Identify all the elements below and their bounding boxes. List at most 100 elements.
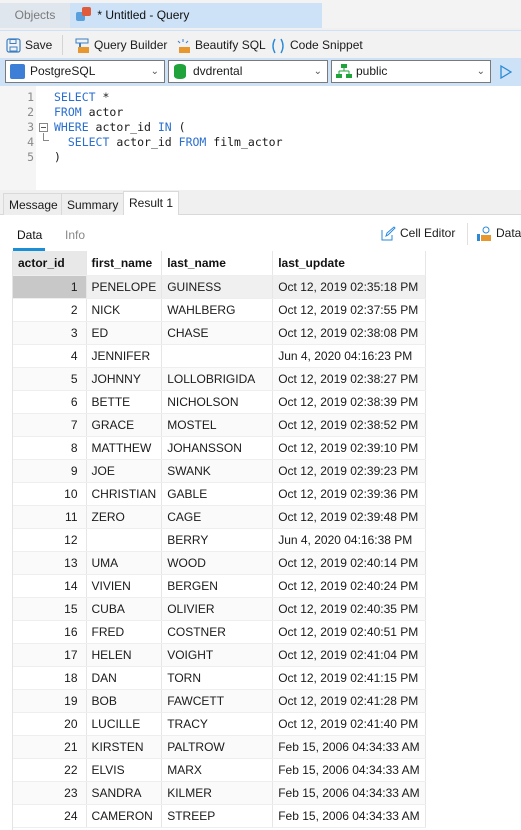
cell-last-name[interactable]: JOHANSSON xyxy=(161,436,274,460)
cell-last-name[interactable]: MARX xyxy=(161,758,274,782)
table-row[interactable]: 23 SANDRA KILMER Feb 15, 2006 04:34:33 AM xyxy=(13,781,426,805)
cell-last-name[interactable]: SWANK xyxy=(161,459,274,483)
cell-actor-id[interactable]: 21 xyxy=(13,735,87,759)
sql-editor[interactable]: 1 2 3 4 5 SELECT * FROM actor WHERE acto… xyxy=(0,86,521,190)
table-row[interactable]: 4 JENNIFER Jun 4, 2020 04:16:23 PM xyxy=(13,344,426,368)
table-row[interactable]: 21 KIRSTEN PALTROW Feb 15, 2006 04:34:33 AM xyxy=(13,735,426,759)
table-row[interactable]: 5 JOHNNY LOLLOBRIGIDA Oct 12, 2019 02:38:27… xyxy=(13,367,426,391)
cell-last-name[interactable]: CHASE xyxy=(161,321,274,345)
cell-last-name[interactable]: PALTROW xyxy=(161,735,274,759)
cell-last-name[interactable]: OLIVIER xyxy=(161,597,274,621)
cell-last-name[interactable] xyxy=(161,344,274,368)
cell-first-name[interactable]: JOHNNY xyxy=(86,367,163,391)
column-header-first-name[interactable]: first_name xyxy=(86,251,163,276)
cell-actor-id[interactable]: 7 xyxy=(13,413,87,437)
column-header-actor-id[interactable]: actor_id xyxy=(13,251,87,276)
table-row[interactable]: 22 ELVIS MARX Feb 15, 2006 04:34:33 AM xyxy=(13,758,426,782)
cell-first-name[interactable] xyxy=(86,528,163,552)
cell-actor-id[interactable]: 19 xyxy=(13,689,87,713)
table-row[interactable]: 19 BOB FAWCETT Oct 12, 2019 02:41:28 PM xyxy=(13,689,426,713)
table-row[interactable]: 15 CUBA OLIVIER Oct 12, 2019 02:40:35 PM xyxy=(13,597,426,621)
cell-last-name[interactable]: TRACY xyxy=(161,712,274,736)
cell-first-name[interactable]: HELEN xyxy=(86,643,163,667)
cell-last-update[interactable]: Feb 15, 2006 04:34:33 AM xyxy=(272,804,426,828)
query-builder-button[interactable]: Query Builder xyxy=(74,36,167,54)
cell-last-update[interactable]: Oct 12, 2019 02:40:24 PM xyxy=(272,574,426,598)
cell-last-update[interactable]: Oct 12, 2019 02:40:14 PM xyxy=(272,551,426,575)
table-row[interactable]: 16 FRED COSTNER Oct 12, 2019 02:40:51 PM xyxy=(13,620,426,644)
cell-last-update[interactable]: Oct 12, 2019 02:41:15 PM xyxy=(272,666,426,690)
table-row[interactable]: 7 GRACE MOSTEL Oct 12, 2019 02:38:52 PM xyxy=(13,413,426,437)
table-row[interactable]: 13 UMA WOOD Oct 12, 2019 02:40:14 PM xyxy=(13,551,426,575)
cell-last-update[interactable]: Feb 15, 2006 04:34:33 AM xyxy=(272,758,426,782)
cell-first-name[interactable]: DAN xyxy=(86,666,163,690)
cell-last-name[interactable]: STREEP xyxy=(161,804,274,828)
table-row[interactable]: 14 VIVIEN BERGEN Oct 12, 2019 02:40:24 PM xyxy=(13,574,426,598)
cell-actor-id[interactable]: 11 xyxy=(13,505,87,529)
cell-actor-id[interactable]: 10 xyxy=(13,482,87,506)
table-row[interactable]: 6 BETTE NICHOLSON Oct 12, 2019 02:38:39 PM xyxy=(13,390,426,414)
cell-actor-id[interactable]: 3 xyxy=(13,321,87,345)
cell-last-update[interactable]: Oct 12, 2019 02:40:35 PM xyxy=(272,597,426,621)
cell-last-update[interactable]: Oct 12, 2019 02:38:52 PM xyxy=(272,413,426,437)
cell-first-name[interactable]: NICK xyxy=(86,298,163,322)
cell-last-update[interactable]: Feb 15, 2006 04:34:33 AM xyxy=(272,781,426,805)
cell-last-name[interactable]: BERGEN xyxy=(161,574,274,598)
cell-actor-id[interactable]: 9 xyxy=(13,459,87,483)
database-select[interactable]: dvdrental ⌄ xyxy=(168,60,328,83)
run-icon[interactable] xyxy=(500,65,512,79)
beautify-sql-button[interactable]: Beautify SQL xyxy=(175,36,266,54)
cell-last-update[interactable]: Oct 12, 2019 02:41:04 PM xyxy=(272,643,426,667)
cell-actor-id[interactable]: 6 xyxy=(13,390,87,414)
cell-first-name[interactable]: BETTE xyxy=(86,390,163,414)
cell-first-name[interactable]: ED xyxy=(86,321,163,345)
result-grid[interactable]: actor_id first_name last_name last_updat… xyxy=(0,251,521,830)
cell-first-name[interactable]: BOB xyxy=(86,689,163,713)
cell-last-name[interactable]: TORN xyxy=(161,666,274,690)
fold-toggle-icon[interactable] xyxy=(39,123,48,132)
cell-last-name[interactable]: LOLLOBRIGIDA xyxy=(161,367,274,391)
column-header-last-update[interactable]: last_update xyxy=(272,251,426,276)
cell-first-name[interactable]: CHRISTIAN xyxy=(86,482,163,506)
cell-last-name[interactable]: CAGE xyxy=(161,505,274,529)
cell-last-update[interactable]: Oct 12, 2019 02:39:10 PM xyxy=(272,436,426,460)
cell-actor-id[interactable]: 23 xyxy=(13,781,87,805)
cell-last-name[interactable]: WOOD xyxy=(161,551,274,575)
cell-last-update[interactable]: Oct 12, 2019 02:41:28 PM xyxy=(272,689,426,713)
cell-editor-button[interactable]: Cell Editor xyxy=(381,226,455,241)
cell-actor-id[interactable]: 1 xyxy=(13,275,87,299)
save-button[interactable]: Save xyxy=(6,36,52,54)
cell-last-update[interactable]: Oct 12, 2019 02:35:18 PM xyxy=(272,275,426,299)
table-row[interactable]: 12 BERRY Jun 4, 2020 04:16:38 PM xyxy=(13,528,426,552)
cell-last-name[interactable]: BERRY xyxy=(161,528,274,552)
cell-last-update[interactable]: Oct 12, 2019 02:38:27 PM xyxy=(272,367,426,391)
table-row[interactable]: 11 ZERO CAGE Oct 12, 2019 02:39:48 PM xyxy=(13,505,426,529)
cell-first-name[interactable]: JOE xyxy=(86,459,163,483)
cell-last-name[interactable]: FAWCETT xyxy=(161,689,274,713)
tab-result-1[interactable]: Result 1 xyxy=(123,191,180,215)
cell-actor-id[interactable]: 14 xyxy=(13,574,87,598)
cell-last-update[interactable]: Jun 4, 2020 04:16:38 PM xyxy=(272,528,426,552)
cell-first-name[interactable]: VIVIEN xyxy=(86,574,163,598)
cell-last-name[interactable]: MOSTEL xyxy=(161,413,274,437)
cell-actor-id[interactable]: 20 xyxy=(13,712,87,736)
table-row[interactable]: 8 MATTHEW JOHANSSON Oct 12, 2019 02:39:10 P… xyxy=(13,436,426,460)
cell-last-name[interactable]: WAHLBERG xyxy=(161,298,274,322)
table-row[interactable]: 24 CAMERON STREEP Feb 15, 2006 04:34:33 AM xyxy=(13,804,426,828)
table-row[interactable]: 18 DAN TORN Oct 12, 2019 02:41:15 PM xyxy=(13,666,426,690)
cell-actor-id[interactable]: 15 xyxy=(13,597,87,621)
cell-actor-id[interactable]: 22 xyxy=(13,758,87,782)
subtab-info[interactable]: Info xyxy=(65,228,85,242)
table-row[interactable]: 9 JOE SWANK Oct 12, 2019 02:39:23 PM xyxy=(13,459,426,483)
cell-last-update[interactable]: Oct 12, 2019 02:37:55 PM xyxy=(272,298,426,322)
cell-first-name[interactable]: MATTHEW xyxy=(86,436,163,460)
cell-first-name[interactable]: PENELOPE xyxy=(86,275,163,299)
cell-actor-id[interactable]: 5 xyxy=(13,367,87,391)
cell-last-update[interactable]: Oct 12, 2019 02:39:48 PM xyxy=(272,505,426,529)
table-row[interactable]: 3 ED CHASE Oct 12, 2019 02:38:08 PM xyxy=(13,321,426,345)
connection-select[interactable]: PostgreSQL ⌄ xyxy=(5,60,165,83)
cell-first-name[interactable]: ZERO xyxy=(86,505,163,529)
column-header-last-name[interactable]: last_name xyxy=(161,251,274,276)
tab-objects[interactable]: Objects xyxy=(0,3,70,28)
tab-summary[interactable]: Summary xyxy=(61,193,125,215)
